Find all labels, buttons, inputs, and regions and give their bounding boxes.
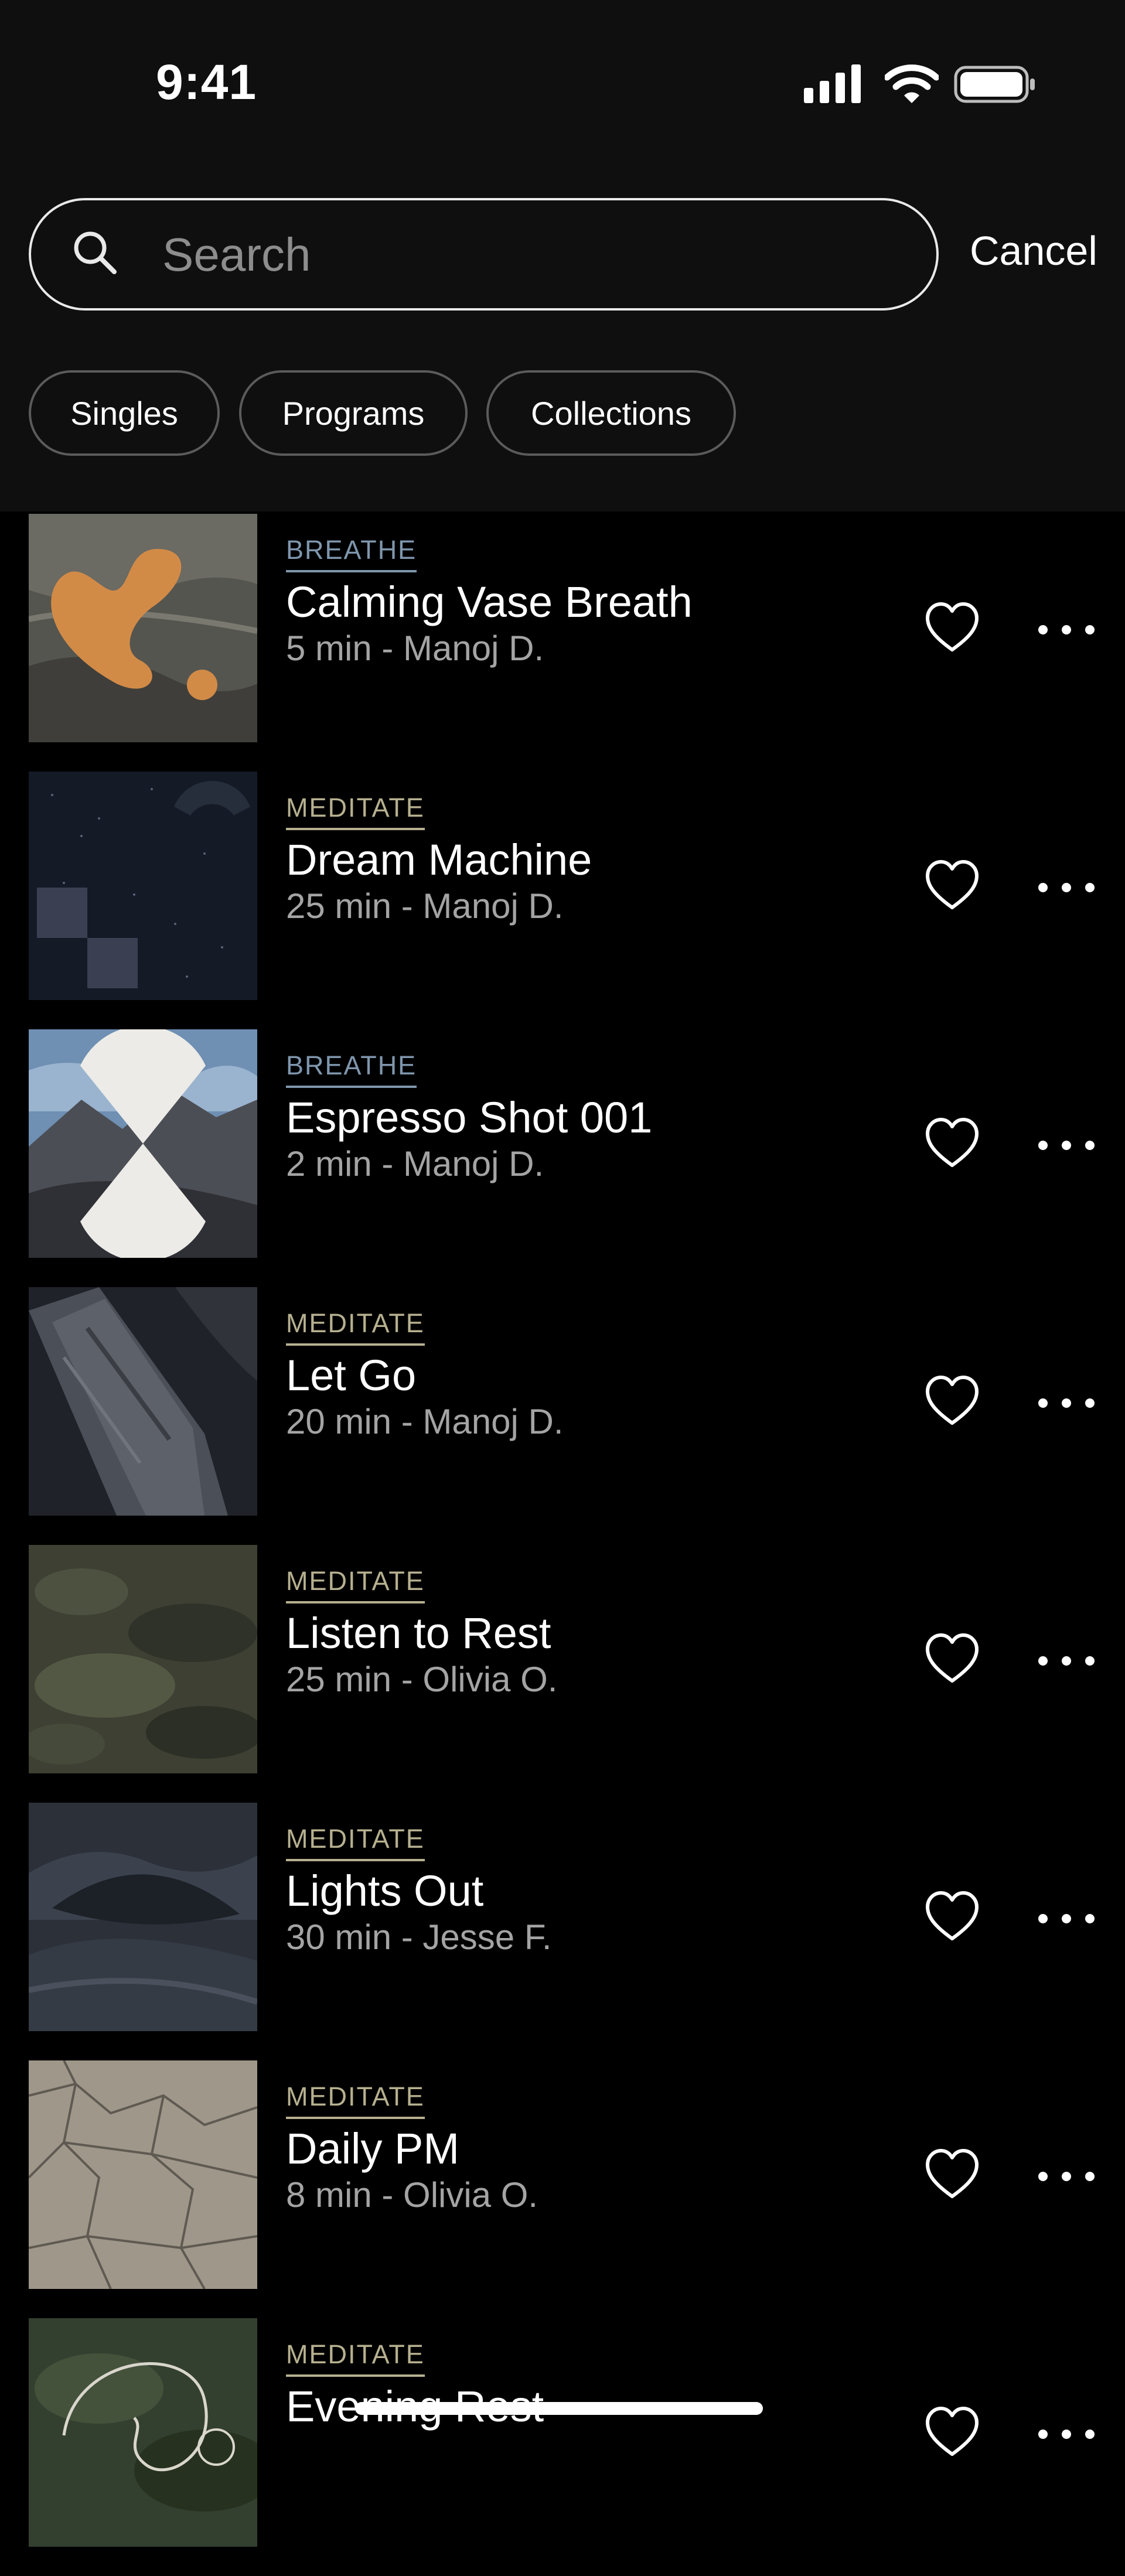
favorite-heart-icon[interactable] [923, 1630, 981, 1689]
status-time: 9:41 [156, 54, 257, 110]
item-subtitle: 8 min - Olivia O. [286, 2175, 538, 2215]
more-options-icon[interactable] [1037, 2165, 1096, 2188]
search-header: 9:41 Cancel Singles Programs Collections [0, 0, 1125, 511]
item-subtitle: 20 min - Manoj D. [286, 1402, 564, 1441]
favorite-heart-icon[interactable] [923, 599, 981, 658]
item-subtitle: 30 min - Jesse F. [286, 1918, 552, 1957]
battery-icon [954, 66, 1035, 103]
wifi-icon [885, 64, 939, 103]
list-item[interactable]: MEDITATE Listen to Rest 25 min - Olivia … [0, 1545, 1125, 1803]
item-subtitle: 25 min - Manoj D. [286, 886, 564, 926]
list-item[interactable]: MEDITATE Lights Out 30 min - Jesse F. [0, 1803, 1125, 2060]
filter-chip-programs[interactable]: Programs [239, 370, 468, 456]
more-options-icon[interactable] [1037, 1649, 1096, 1673]
item-title: Daily PM [286, 2124, 460, 2173]
item-title: Lights Out [286, 1867, 484, 1915]
item-title: Let Go [286, 1351, 417, 1400]
item-title: Calming Vase Breath [286, 578, 693, 626]
more-options-icon[interactable] [1037, 618, 1096, 642]
artwork-daily-pm [29, 2060, 257, 2289]
more-options-icon[interactable] [1037, 1391, 1096, 1415]
item-subtitle: 2 min - Manoj D. [286, 1144, 544, 1183]
favorite-heart-icon[interactable] [923, 1373, 981, 1431]
artwork-listen-to-rest [29, 1545, 257, 1773]
cancel-button[interactable]: Cancel [970, 227, 1097, 274]
item-subtitle: 5 min - Manoj D. [286, 629, 544, 668]
item-title: Listen to Rest [286, 1609, 551, 1657]
cellular-signal-icon [804, 63, 861, 103]
more-options-icon[interactable] [1037, 2423, 1096, 2446]
favorite-heart-icon[interactable] [923, 857, 981, 916]
artwork-let-go [29, 1287, 257, 1516]
list-item[interactable]: MEDITATE Evening Rest [0, 2318, 1125, 2576]
category-label: MEDITATE [286, 1566, 425, 1603]
category-label: BREATHE [286, 1050, 417, 1088]
search-field[interactable] [29, 198, 939, 311]
favorite-heart-icon[interactable] [923, 2146, 981, 2205]
category-label: MEDITATE [286, 2082, 425, 2119]
filter-chip-singles[interactable]: Singles [29, 370, 220, 456]
category-label: MEDITATE [286, 1824, 425, 1861]
artwork-espresso-shot-001 [29, 1029, 257, 1258]
filter-chip-collections[interactable]: Collections [486, 370, 736, 456]
item-title: Espresso Shot 001 [286, 1093, 653, 1142]
artwork-calming-vase-breath [29, 514, 257, 742]
more-options-icon[interactable] [1037, 1134, 1096, 1157]
search-icon [74, 231, 117, 274]
favorite-heart-icon[interactable] [923, 1115, 981, 1173]
category-label: MEDITATE [286, 1308, 425, 1346]
artwork-evening-rest [29, 2318, 257, 2547]
list-item[interactable]: MEDITATE Let Go 20 min - Manoj D. [0, 1287, 1125, 1545]
search-input[interactable] [161, 224, 913, 286]
more-options-icon[interactable] [1037, 876, 1096, 899]
more-options-icon[interactable] [1037, 1907, 1096, 1930]
category-label: MEDITATE [286, 2339, 425, 2377]
item-title: Dream Machine [286, 835, 592, 884]
list-item[interactable]: BREATHE Espresso Shot 001 2 min - Manoj … [0, 1029, 1125, 1287]
artwork-dream-machine [29, 772, 257, 1000]
list-item[interactable]: BREATHE Calming Vase Breath 5 min - Mano… [0, 514, 1125, 772]
item-subtitle: 25 min - Olivia O. [286, 1660, 558, 1699]
list-item[interactable]: MEDITATE Daily PM 8 min - Olivia O. [0, 2060, 1125, 2318]
category-label: MEDITATE [286, 793, 425, 830]
favorite-heart-icon[interactable] [923, 1888, 981, 1947]
artwork-lights-out [29, 1803, 257, 2031]
home-indicator[interactable] [355, 2402, 763, 2415]
list-item[interactable]: MEDITATE Dream Machine 25 min - Manoj D. [0, 772, 1125, 1029]
category-label: BREATHE [286, 535, 417, 572]
favorite-heart-icon[interactable] [923, 2404, 981, 2462]
